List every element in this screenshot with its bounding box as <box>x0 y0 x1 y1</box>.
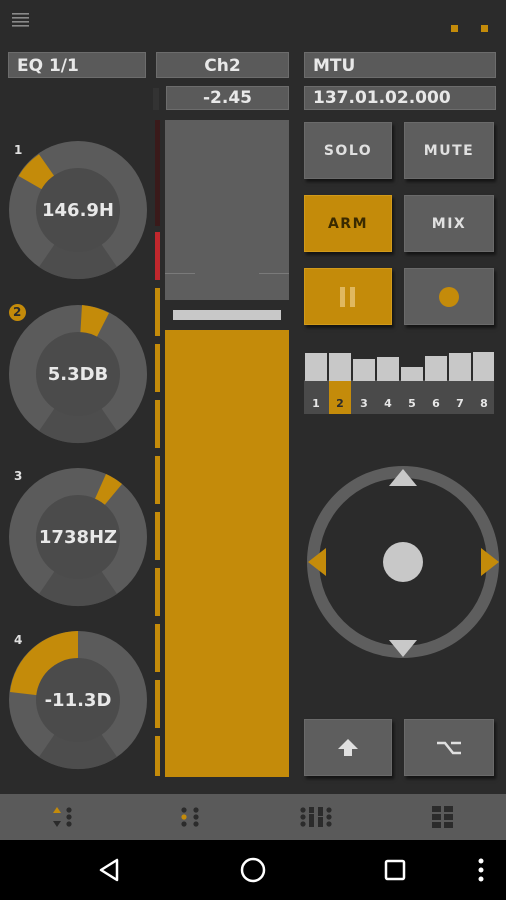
option-button[interactable] <box>404 719 494 776</box>
solo-button[interactable]: SOLO <box>304 122 392 179</box>
mini-channel-level <box>449 353 471 381</box>
meter-led <box>155 680 160 728</box>
channel-volume[interactable]: -2.45 <box>166 86 289 110</box>
mini-channel-level <box>353 359 375 381</box>
knob-value: 1738HZ <box>38 526 118 548</box>
knob-value: 5.3DB <box>47 363 109 385</box>
arrow-left-icon[interactable] <box>307 547 327 577</box>
shift-button[interactable] <box>304 719 392 776</box>
eq-knob-4[interactable]: -11.3D <box>8 630 148 770</box>
mini-channel-level <box>305 353 327 381</box>
tab-mixer[interactable] <box>253 794 379 840</box>
arm-button[interactable]: ARM <box>304 195 392 252</box>
joystick-pad[interactable] <box>306 465 500 659</box>
volume-fader[interactable] <box>165 120 289 777</box>
device-title[interactable]: EQ 1/1 <box>8 52 146 78</box>
meter-segment <box>153 88 159 110</box>
shift-arrow-icon <box>338 738 358 756</box>
tab-dpad[interactable] <box>0 794 126 840</box>
meter-led <box>155 736 160 776</box>
back-button[interactable] <box>95 855 125 885</box>
eq-knob-2[interactable]: 5.3DB <box>8 304 148 444</box>
transport-mode[interactable]: MTU <box>304 52 496 78</box>
transport-position[interactable]: 137.01.02.000 <box>304 86 496 110</box>
mini-channel-label[interactable]: 2 <box>329 392 351 414</box>
meter-segment <box>155 120 160 226</box>
mini-channel-level <box>473 352 494 381</box>
mini-channel-label[interactable]: 6 <box>425 392 447 414</box>
meter-led <box>155 512 160 560</box>
arrow-right-icon[interactable] <box>480 547 500 577</box>
recents-button[interactable] <box>382 857 408 883</box>
back-icon <box>99 858 119 882</box>
record-button[interactable] <box>404 268 494 325</box>
knob-value: -11.3D <box>44 689 112 711</box>
home-icon <box>240 857 266 883</box>
meter-led <box>155 568 160 616</box>
meter-led <box>155 456 160 504</box>
channel-name[interactable]: Ch2 <box>156 52 289 78</box>
clip-led <box>155 232 160 280</box>
mini-channel-label[interactable]: 5 <box>401 392 423 414</box>
dots-tab-icon <box>181 807 199 827</box>
joystick-ring <box>307 466 499 658</box>
mini-channel-level <box>377 357 399 381</box>
mute-button[interactable]: MUTE <box>404 122 494 179</box>
fader-fill <box>165 330 289 777</box>
eq-knob-3[interactable]: 1738HZ <box>8 467 148 607</box>
page-indicator-dot[interactable] <box>481 25 488 32</box>
mini-channel-level <box>425 356 447 381</box>
mini-channel-label[interactable]: 3 <box>353 392 375 414</box>
grid-tab-icon <box>432 806 453 828</box>
page-indicator-dot[interactable] <box>451 25 458 32</box>
meter-led <box>155 400 160 448</box>
record-icon <box>439 286 459 307</box>
arrow-down-icon[interactable] <box>388 639 418 659</box>
recents-icon <box>384 859 406 881</box>
more-options-button[interactable] <box>470 855 492 885</box>
dpad-tab-icon <box>53 807 72 827</box>
meter-led <box>155 288 160 336</box>
tab-dots[interactable] <box>127 794 253 840</box>
fader-tick <box>259 273 289 274</box>
home-button[interactable] <box>238 855 268 885</box>
pause-button[interactable] <box>304 268 392 325</box>
mini-channel-level <box>401 367 423 381</box>
fader-handle[interactable] <box>173 310 281 320</box>
option-key-icon <box>437 741 461 754</box>
mini-channel-label[interactable]: 8 <box>473 392 495 414</box>
tab-grid[interactable] <box>380 794 506 840</box>
arrow-up-icon[interactable] <box>388 467 418 487</box>
meter-led <box>155 344 160 392</box>
fader-tick <box>165 273 195 274</box>
pause-icon <box>340 286 355 307</box>
mini-channel-level <box>329 353 351 381</box>
eq-knob-1[interactable]: 146.9H <box>8 140 148 280</box>
hamburger-menu-icon <box>12 13 29 27</box>
knob-value: 146.9H <box>42 199 114 221</box>
meter-led <box>155 624 160 672</box>
mini-channel-label[interactable]: 1 <box>305 392 327 414</box>
mini-channel-label[interactable]: 7 <box>449 392 471 414</box>
mixer-tab-icon <box>300 807 332 827</box>
mini-channel-label[interactable]: 4 <box>377 392 399 414</box>
menu-button[interactable] <box>10 10 34 32</box>
more-icon <box>478 858 484 882</box>
mix-button[interactable]: MIX <box>404 195 494 252</box>
